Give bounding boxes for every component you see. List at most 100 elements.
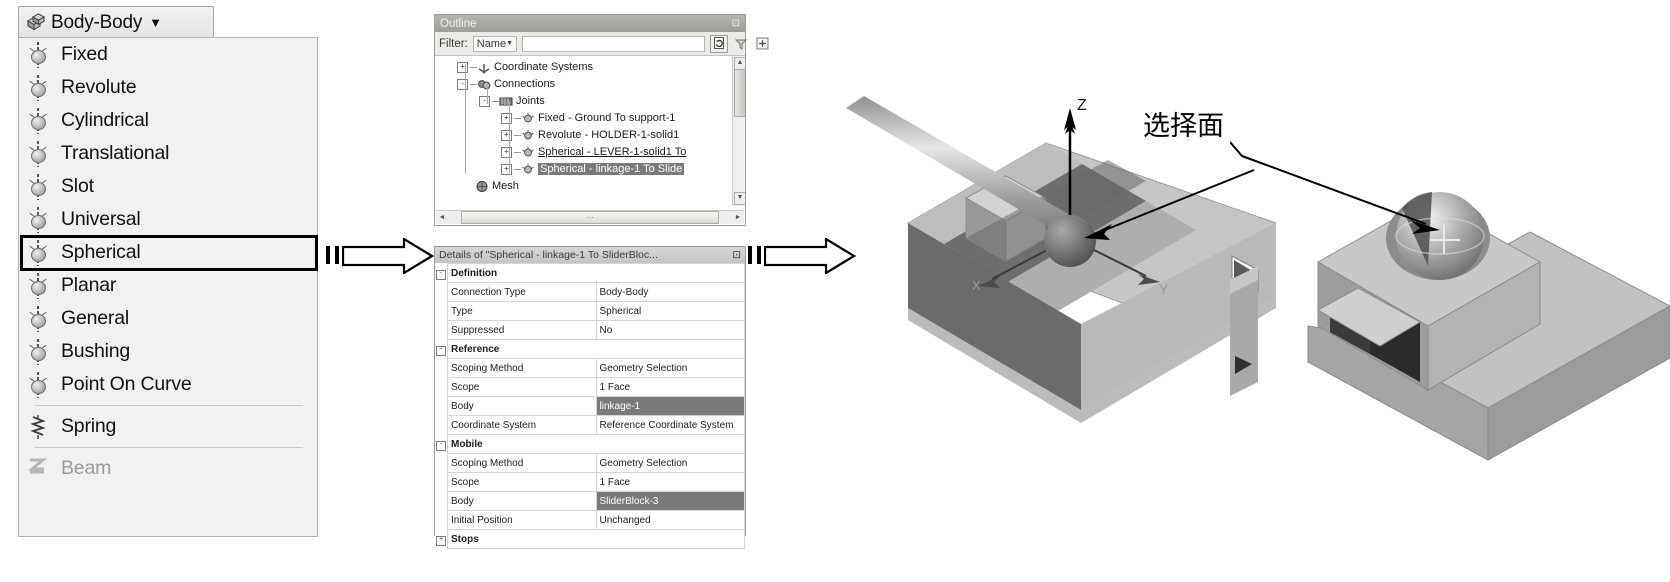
- menu-item-planar[interactable]: Planar: [19, 269, 317, 302]
- body-body-dropdown-button[interactable]: Body-Body ▼: [18, 6, 214, 38]
- tree-item[interactable]: - Joints: [479, 93, 545, 109]
- details-row[interactable]: Coordinate System Reference Coordinate Sy…: [435, 415, 745, 435]
- scroll-thumb[interactable]: [734, 69, 745, 117]
- group-toggle[interactable]: -: [435, 434, 448, 454]
- details-value[interactable]: 1 Face: [595, 377, 745, 397]
- outline-horizontal-scrollbar[interactable]: ◄ ⋯ ►: [436, 210, 744, 224]
- tree-expander[interactable]: +: [501, 129, 512, 141]
- joint-icon: [25, 173, 51, 200]
- expand-icon[interactable]: [754, 36, 770, 52]
- menu-item-spring[interactable]: Spring: [19, 410, 317, 443]
- details-group-row[interactable]: - Mobile: [435, 434, 745, 454]
- menu-item-general[interactable]: General: [19, 302, 317, 335]
- details-value[interactable]: 1 Face: [595, 472, 745, 492]
- details-row[interactable]: Type Spherical: [435, 301, 745, 321]
- details-key: Initial Position: [447, 510, 597, 530]
- menu-item-translational[interactable]: Translational: [19, 137, 317, 170]
- tree-expander[interactable]: +: [501, 163, 512, 175]
- joint-icon: [25, 74, 51, 101]
- outline-title: Outline: [440, 17, 477, 30]
- details-value[interactable]: Geometry Selection: [595, 453, 745, 473]
- details-value[interactable]: linkage-1: [595, 396, 745, 416]
- details-value[interactable]: Unchanged: [595, 510, 745, 530]
- hscroll-thumb[interactable]: ⋯: [461, 211, 719, 224]
- menu-item-label: Bushing: [61, 340, 131, 362]
- menu-item-revolute[interactable]: Revolute: [19, 71, 317, 104]
- tree-item[interactable]: + Fixed - Ground To support-1: [501, 110, 675, 126]
- tree-expander[interactable]: -: [479, 95, 490, 107]
- details-row[interactable]: Suppressed No: [435, 320, 745, 340]
- body-body-dropdown-label: Body-Body: [51, 11, 143, 33]
- details-key: Scope: [447, 377, 597, 397]
- tree-expander[interactable]: +: [501, 112, 512, 124]
- menu-item-fixed[interactable]: Fixed: [19, 38, 317, 71]
- filter-input[interactable]: [522, 35, 706, 52]
- details-value[interactable]: Geometry Selection: [595, 358, 745, 378]
- details-row[interactable]: Scoping Method Geometry Selection: [435, 453, 745, 473]
- tree-item[interactable]: - Connections: [457, 76, 555, 92]
- menu-separator: [35, 405, 303, 406]
- menu-item-point-on-curve[interactable]: Point On Curve: [19, 368, 317, 401]
- menu-item-spherical[interactable]: Spherical: [19, 236, 317, 269]
- details-row[interactable]: Scoping Method Geometry Selection: [435, 358, 745, 378]
- details-row[interactable]: Connection Type Body-Body: [435, 282, 745, 302]
- details-value[interactable]: SliderBlock-3: [595, 491, 745, 511]
- group-toggle[interactable]: -: [435, 263, 448, 283]
- tree-item-label: Spherical - linkage-1 To Slide: [538, 163, 685, 175]
- row-gutter: [435, 472, 448, 492]
- outline-filter-bar: Filter: Name ▼: [435, 32, 769, 56]
- tree-item[interactable]: + Coordinate Systems: [457, 59, 593, 75]
- refresh-icon[interactable]: [710, 34, 729, 53]
- outline-vertical-scrollbar[interactable]: ▲ ▼: [732, 56, 745, 206]
- tree-item[interactable]: + Spherical - linkage-1 To Slide: [501, 161, 685, 177]
- details-row[interactable]: Scope 1 Face: [435, 472, 745, 492]
- joint-icon: [25, 41, 51, 68]
- menu-item-slot[interactable]: Slot: [19, 170, 317, 203]
- details-value[interactable]: Body-Body: [595, 282, 745, 302]
- tree-expander[interactable]: +: [501, 146, 512, 158]
- outline-tree[interactable]: + Coordinate Systems - Connections - Joints + F…: [435, 56, 745, 206]
- row-gutter: [435, 377, 448, 397]
- details-row[interactable]: Scope 1 Face: [435, 377, 745, 397]
- menu-item-label: Slot: [61, 175, 94, 197]
- details-group-row[interactable]: - Definition: [435, 263, 745, 283]
- tree-item[interactable]: Mesh: [457, 178, 519, 194]
- scroll-right-icon[interactable]: ►: [732, 214, 744, 221]
- menu-item-label: Spring: [61, 415, 117, 437]
- tree-expander[interactable]: -: [457, 78, 468, 90]
- details-value[interactable]: Spherical: [595, 301, 745, 321]
- tree-expander[interactable]: +: [457, 61, 468, 73]
- group-toggle[interactable]: +: [435, 529, 448, 549]
- tree-item-label: Revolute - HOLDER-1-solid1: [538, 129, 680, 141]
- expander-icon: -: [436, 440, 446, 451]
- details-row[interactable]: Initial Position Unchanged: [435, 510, 745, 530]
- filter-mode-select[interactable]: Name ▼: [472, 35, 518, 52]
- details-group-row[interactable]: - Reference: [435, 339, 745, 359]
- joint-icon: [25, 107, 51, 134]
- pin-icon[interactable]: ⊡: [732, 249, 741, 261]
- scroll-down-icon[interactable]: ▼: [734, 192, 745, 205]
- clear-filter-icon[interactable]: [733, 36, 749, 52]
- details-group-row[interactable]: + Stops: [435, 529, 745, 549]
- slider-block-ball-face-view: [1229, 120, 1670, 520]
- details-row[interactable]: Body linkage-1: [435, 396, 745, 416]
- bodies-icon: [25, 12, 47, 34]
- menu-item-label: Spherical: [61, 241, 141, 263]
- filter-mode-value: Name: [476, 37, 507, 50]
- pin-icon[interactable]: ⊡: [732, 18, 740, 29]
- menu-item-cylindrical[interactable]: Cylindrical: [19, 104, 317, 137]
- group-toggle[interactable]: -: [435, 339, 448, 359]
- menu-item-bushing[interactable]: Bushing: [19, 335, 317, 368]
- menu-item-label: Translational: [61, 142, 170, 164]
- menu-item-universal[interactable]: Universal: [19, 203, 317, 236]
- scroll-left-icon[interactable]: ◄: [436, 214, 448, 221]
- details-row[interactable]: Body SliderBlock-3: [435, 491, 745, 511]
- tree-item-label: Spherical - LEVER-1-solid1 To: [538, 146, 687, 158]
- tree-item[interactable]: + Spherical - LEVER-1-solid1 To: [501, 144, 686, 160]
- row-gutter: [435, 396, 448, 416]
- details-value[interactable]: No: [595, 320, 745, 340]
- details-value[interactable]: Reference Coordinate System: [595, 415, 745, 435]
- row-gutter: [435, 453, 448, 473]
- row-gutter: [435, 358, 448, 378]
- tree-item[interactable]: + Revolute - HOLDER-1-solid1: [501, 127, 679, 143]
